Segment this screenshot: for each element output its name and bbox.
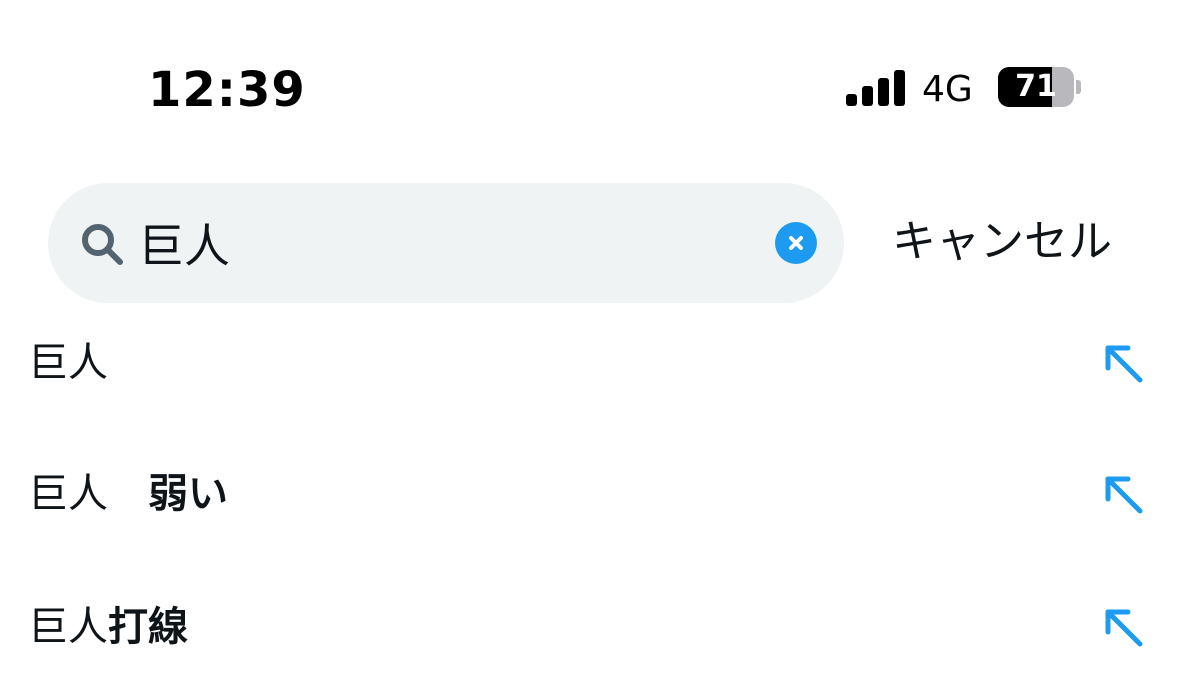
suggestion-text: 巨人 弱い (28, 466, 228, 522)
arrow-up-left-icon[interactable] (1100, 340, 1146, 386)
battery-body: 71 (998, 67, 1074, 107)
cancel-button[interactable]: キャンセル (892, 212, 1132, 272)
suggestion-text: 巨人 (28, 335, 108, 391)
suggestion-completion: 弱い (148, 471, 228, 517)
suggestion-prefix: 巨人 (28, 604, 108, 650)
list-item[interactable]: 巨人 弱い (0, 441, 1179, 551)
cellular-signal-icon (846, 70, 905, 106)
status-time: 12:39 (148, 62, 306, 118)
status-bar: 12:39 4G 71 (0, 0, 1179, 150)
suggestion-completion: 打線 (108, 604, 188, 650)
search-input[interactable] (138, 210, 758, 276)
search-icon (82, 224, 123, 265)
battery-level: 71 (1015, 69, 1057, 104)
clear-icon (789, 236, 803, 250)
list-item[interactable]: 巨人打線 (0, 574, 1179, 684)
battery-tip (1076, 80, 1081, 94)
list-item[interactable]: 巨人 (0, 310, 1179, 420)
battery-icon: 71 (998, 67, 1084, 107)
network-type: 4G (922, 69, 973, 110)
arrow-up-left-icon[interactable] (1100, 471, 1146, 517)
clear-search-button[interactable] (775, 222, 817, 264)
arrow-up-left-icon[interactable] (1100, 604, 1146, 650)
suggestion-text: 巨人打線 (28, 599, 188, 655)
suggestion-prefix: 巨人 (28, 471, 148, 517)
suggestion-prefix: 巨人 (28, 340, 108, 386)
